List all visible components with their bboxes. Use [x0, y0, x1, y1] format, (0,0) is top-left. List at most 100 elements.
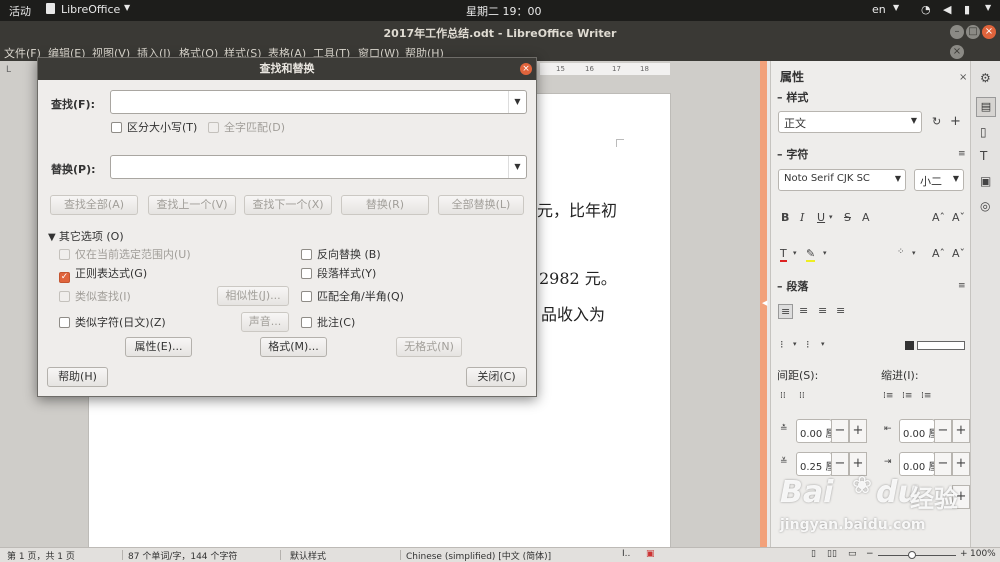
subscript-icon[interactable]: Aˇ — [952, 247, 965, 260]
justify-icon[interactable]: ≡ — [836, 304, 845, 317]
increase-spacing-icon[interactable]: ⁞⁞ — [780, 391, 786, 401]
shadow-icon[interactable]: A — [862, 211, 870, 224]
bold-icon[interactable]: B — [781, 211, 789, 224]
above-spacing-field[interactable]: 0.00 厘米 — [796, 419, 845, 443]
single-page-view-icon[interactable]: ▯ — [811, 549, 816, 559]
new-style-icon[interactable]: + — [950, 114, 961, 129]
decrease-indent-icon[interactable]: ⁞≡ — [902, 391, 912, 401]
zoom-in-icon[interactable]: + — [960, 549, 968, 559]
bullet-list-icon[interactable]: ⁝ — [780, 338, 784, 351]
menu-file[interactable]: 文件(F) — [4, 45, 41, 61]
zoom-level[interactable]: 100% — [970, 549, 996, 559]
more-options-icon[interactable]: ≡ — [958, 281, 966, 291]
properties-tab-icon[interactable]: ▤ — [976, 97, 996, 117]
section-paragraph-header[interactable]: – 段落 — [777, 278, 808, 294]
other-options-expander[interactable]: ▼ 其它选项 (O) — [48, 228, 124, 244]
page-style[interactable]: 默认样式 — [290, 549, 326, 562]
font-name-combo[interactable]: Noto Serif CJK SC ▼ — [778, 169, 906, 191]
numbered-list-icon[interactable]: ⁝ — [806, 338, 810, 351]
sounds-like-checkbox[interactable]: 类似字符(日文)(Z) — [59, 316, 166, 329]
before-indent-field[interactable]: 0.00 厘米 — [899, 419, 948, 443]
gallery-tab-icon[interactable]: ▣ — [980, 174, 991, 188]
find-all-button[interactable]: 查找全部(A) — [50, 195, 138, 215]
similarity-checkbox[interactable]: 类似查找(I) — [59, 290, 131, 303]
font-size-combo[interactable]: 小二 ▼ — [914, 169, 964, 191]
background-color-swatch[interactable] — [917, 341, 965, 350]
zoom-out-icon[interactable]: − — [866, 549, 874, 559]
chevron-down-icon[interactable]: ▾ — [823, 249, 827, 257]
insert-mode-icon[interactable]: I.. — [622, 549, 630, 559]
no-format-button[interactable]: 无格式(N) — [396, 337, 462, 357]
comments-checkbox[interactable]: 批注(C) — [301, 316, 355, 329]
replace-input[interactable]: ▼ — [110, 155, 527, 179]
background-color-icon[interactable] — [905, 341, 914, 350]
find-input[interactable]: ▼ — [110, 90, 527, 114]
match-case-checkbox[interactable]: 区分大小写(T) — [111, 121, 197, 134]
book-view-icon[interactable]: ▭ — [848, 549, 857, 559]
sounds-button[interactable]: 声音... — [241, 312, 289, 332]
chevron-down-icon[interactable]: ▾ — [793, 340, 797, 348]
refresh-style-icon[interactable]: ↻ — [932, 115, 941, 128]
more-options-icon[interactable]: ≡ — [958, 149, 966, 159]
italic-icon[interactable]: I — [800, 211, 804, 224]
close-icon[interactable]: × — [982, 25, 996, 39]
backwards-checkbox[interactable]: 反向替换 (B) — [301, 248, 381, 261]
similarity-button[interactable]: 相似性(J)... — [217, 286, 289, 306]
section-character-header[interactable]: – 字符 — [777, 146, 808, 162]
decrease-spacing-icon[interactable]: ⁞⁞ — [799, 391, 805, 401]
current-selection-checkbox[interactable]: 仅在当前选定范围内(U) — [59, 248, 191, 261]
whole-words-checkbox[interactable]: 全字匹配(D) — [208, 121, 285, 134]
word-count[interactable]: 87 个单词/字，144 个字符 — [128, 549, 237, 562]
align-right-icon[interactable]: ≡ — [818, 304, 827, 317]
multi-page-view-icon[interactable]: ▯▯ — [827, 549, 837, 559]
chevron-down-icon[interactable]: ▾ — [821, 340, 825, 348]
horizontal-ruler[interactable]: 15 16 17 18 — [540, 63, 670, 75]
doc-close-icon[interactable]: × — [950, 45, 964, 59]
tab-stop-icon[interactable]: L — [6, 65, 11, 75]
system-menu-chevron-icon[interactable]: ▼ — [985, 3, 991, 12]
find-previous-button[interactable]: 查找上一个(V) — [148, 195, 236, 215]
chevron-down-icon[interactable]: ▼ — [508, 156, 526, 178]
save-status-icon[interactable]: ▣ — [646, 549, 655, 559]
shrink-font-icon[interactable]: Aˇ — [952, 211, 965, 224]
underline-icon[interactable]: U — [817, 211, 825, 224]
decrement-button[interactable]: − — [934, 419, 952, 443]
replace-all-button[interactable]: 全部替换(L) — [438, 195, 524, 215]
find-next-button[interactable]: 查找下一个(X) — [244, 195, 332, 215]
text-language[interactable]: Chinese (simplified) [中文 (简体)] — [406, 549, 551, 562]
doc-text-line[interactable]: 2982 元。 — [539, 265, 617, 289]
sidebar-close-icon[interactable]: × — [959, 72, 967, 83]
clock[interactable]: 星期二 19：00 — [466, 3, 542, 19]
sidebar-settings-icon[interactable]: ⚙ — [980, 71, 991, 85]
replace-button[interactable]: 替换(R) — [341, 195, 429, 215]
app-menu[interactable]: LibreOffice — [61, 3, 120, 16]
format-button[interactable]: 格式(M)... — [260, 337, 327, 357]
increment-button[interactable]: + — [849, 419, 867, 443]
increase-indent-icon[interactable]: ⁞≡ — [883, 391, 893, 401]
match-width-checkbox[interactable]: 匹配全角/半角(Q) — [301, 290, 404, 303]
superscript-icon[interactable]: Aˆ — [932, 247, 945, 260]
dialog-close-icon[interactable]: × — [520, 63, 532, 75]
font-color-icon[interactable]: T — [780, 247, 787, 262]
chevron-down-icon[interactable]: ▾ — [829, 213, 833, 221]
align-center-icon[interactable]: ≡ — [799, 304, 808, 317]
navigator-tab-icon[interactable]: ◎ — [980, 199, 990, 213]
increment-button[interactable]: + — [952, 419, 970, 443]
chevron-down-icon[interactable]: ▾ — [793, 249, 797, 257]
section-styles-header[interactable]: – 样式 — [777, 89, 808, 105]
minimize-icon[interactable]: – — [950, 25, 964, 39]
sidebar-splitter[interactable]: ◀ — [760, 61, 767, 547]
paragraph-style-combo[interactable]: 正文 ▼ — [778, 111, 922, 133]
doc-text-line[interactable]: 品收入为 — [541, 301, 605, 325]
regex-checkbox[interactable]: ✓ 正则表达式(G) — [59, 267, 147, 283]
attributes-button[interactable]: 属性(E)... — [125, 337, 192, 357]
align-left-icon[interactable]: ≡ — [778, 304, 794, 319]
chevron-down-icon[interactable]: ▾ — [912, 249, 916, 257]
help-button[interactable]: 帮助(H) — [47, 367, 108, 387]
doc-text-line[interactable]: 元，比年初 — [537, 197, 617, 221]
input-language[interactable]: en — [872, 3, 886, 16]
decrement-button[interactable]: − — [831, 419, 849, 443]
chevron-down-icon[interactable]: ▼ — [508, 91, 526, 113]
hanging-indent-icon[interactable]: ⁞≡ — [921, 391, 931, 401]
zoom-slider[interactable] — [878, 555, 956, 556]
